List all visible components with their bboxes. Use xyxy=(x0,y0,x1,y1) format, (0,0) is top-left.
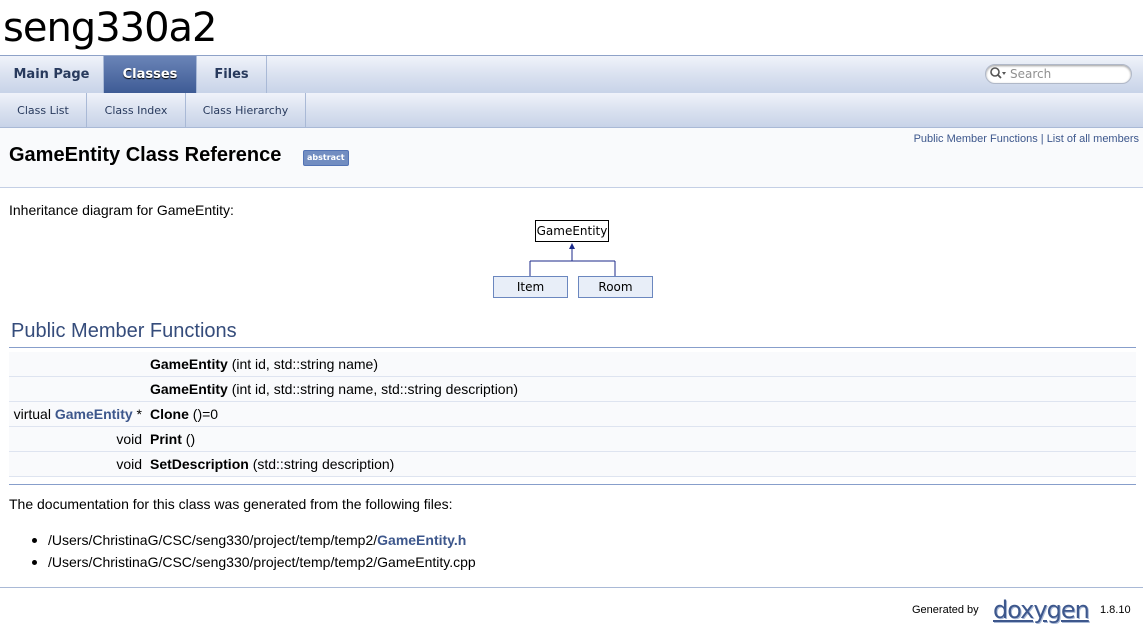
files-intro: The documentation for this class was gen… xyxy=(9,496,453,512)
member-name[interactable]: Clone xyxy=(150,406,189,422)
member-signature: GameEntity (int id, std::string name) xyxy=(150,356,378,372)
member-args: () xyxy=(181,431,196,447)
member-type: void xyxy=(116,456,142,472)
table-row: void Print () xyxy=(9,427,1136,452)
footer-divider xyxy=(0,587,1143,588)
section-divider xyxy=(9,347,1136,348)
member-name[interactable]: GameEntity xyxy=(150,381,228,397)
diagram-item-box[interactable]: Item xyxy=(493,276,568,298)
list-item: /Users/ChristinaG/CSC/seng330/project/te… xyxy=(30,551,476,573)
member-name[interactable]: SetDescription xyxy=(150,456,249,472)
member-name[interactable]: Print xyxy=(150,431,182,447)
file-link[interactable]: GameEntity.h xyxy=(377,532,466,548)
table-row: GameEntity (int id, std::string name) xyxy=(9,352,1136,377)
section-title: Public Member Functions xyxy=(11,320,237,342)
table-row: virtual GameEntity * Clone ()=0 xyxy=(9,402,1136,427)
member-args: (int id, std::string name) xyxy=(227,356,378,372)
footer-version: 1.8.10 xyxy=(1100,604,1131,616)
diagram-room-box[interactable]: Room xyxy=(578,276,653,298)
member-args: ()=0 xyxy=(188,406,219,422)
member-type: virtual GameEntity * xyxy=(9,406,150,422)
member-signature: GameEntity (int id, std::string name, st… xyxy=(150,381,518,397)
doxygen-logo[interactable]: doxygen xyxy=(993,596,1090,624)
member-table: GameEntity (int id, std::string name) Ga… xyxy=(9,352,1136,477)
list-item: /Users/ChristinaG/CSC/seng330/project/te… xyxy=(30,529,476,551)
table-row: void SetDescription (std::string descrip… xyxy=(9,452,1136,477)
diagram-gameentity-box: GameEntity xyxy=(535,220,609,242)
file-path: /Users/ChristinaG/CSC/seng330/project/te… xyxy=(48,532,378,548)
member-args: (std::string description) xyxy=(248,456,395,472)
table-row: GameEntity (int id, std::string name, st… xyxy=(9,377,1136,402)
member-signature: SetDescription (std::string description) xyxy=(150,456,394,472)
member-type-link[interactable]: GameEntity xyxy=(55,406,133,422)
member-name[interactable]: GameEntity xyxy=(150,356,228,372)
files-list: /Users/ChristinaG/CSC/seng330/project/te… xyxy=(30,529,476,573)
member-args: (int id, std::string name, std::string d… xyxy=(227,381,519,397)
table-divider xyxy=(9,484,1136,485)
member-signature: Clone ()=0 xyxy=(150,406,218,422)
member-suffix: * xyxy=(132,406,142,422)
file-path: /Users/ChristinaG/CSC/seng330/project/te… xyxy=(48,554,476,570)
member-prefix: virtual xyxy=(13,406,55,422)
footer-generated-by: Generated by xyxy=(912,604,979,616)
member-signature: Print () xyxy=(150,431,195,447)
member-type: void xyxy=(116,431,142,447)
